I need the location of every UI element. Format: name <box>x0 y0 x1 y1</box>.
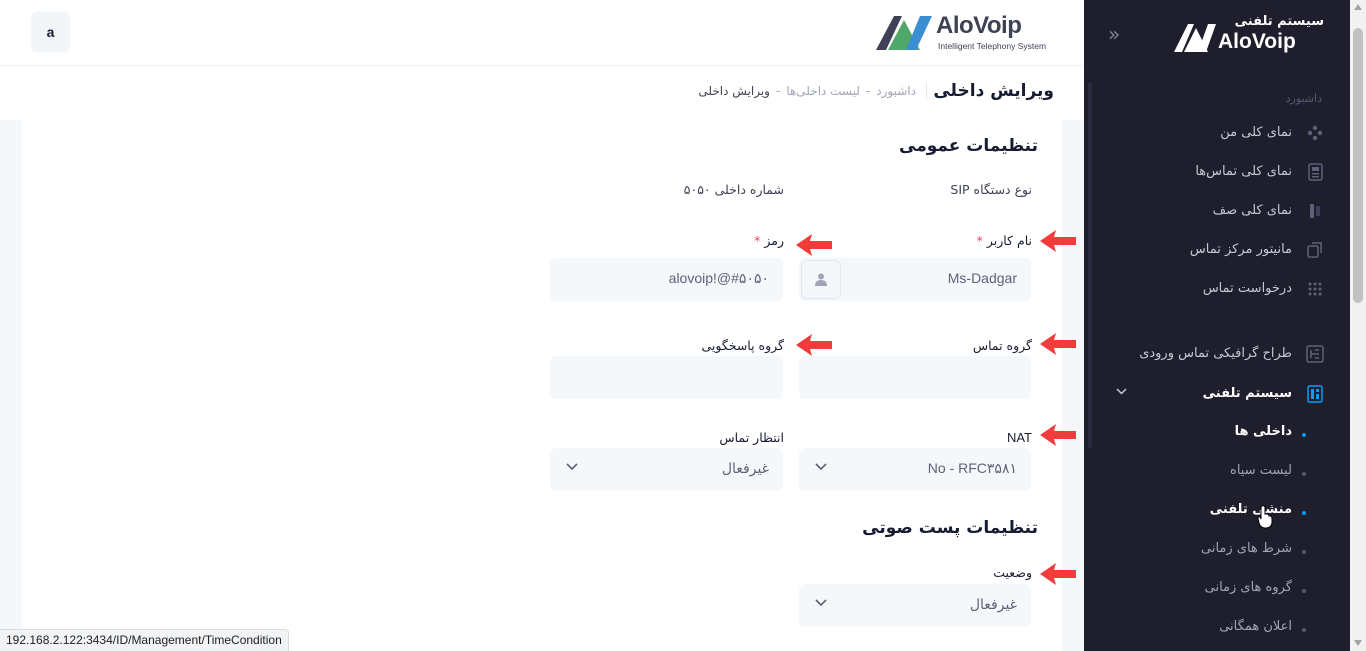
call-waiting-select[interactable]: غیرفعال <box>550 448 783 491</box>
monitor-icon <box>1307 242 1322 258</box>
sidebar-section-dashboard: داشبورد <box>1285 92 1322 105</box>
password-value: alovoip!@#۵۰۵۰ <box>668 270 769 286</box>
header-logo-brand: AloVoip <box>936 12 1022 39</box>
voicemail-status-select[interactable]: غیرفعال <box>799 584 1031 627</box>
sidebar-subitem-label: داخلی ها <box>1234 424 1292 439</box>
scroll-up-icon[interactable] <box>1354 4 1362 10</box>
sidebar-subitem-label: گروه های زمانی <box>1204 580 1292 595</box>
nat-selected-value: No - RFC۳۵۸۱ <box>927 460 1017 476</box>
annotation-arrow-icon <box>1040 333 1076 355</box>
call-group-label: گروه تماس <box>972 338 1032 353</box>
breadcrumb-separator: - <box>865 84 871 98</box>
sidebar-subitem-label: منشی تلفنی <box>1209 502 1292 517</box>
sidebar-logo[interactable]: سیستم تلفنی AloVoip <box>1174 14 1324 54</box>
bullet-icon <box>1302 472 1306 476</box>
sidebar-item-label: نمای کلی من <box>1220 125 1292 140</box>
calls-icon <box>1308 163 1323 181</box>
page-toolbar: ویرایش داخلی داشبورد - لیست داخلی‌ها - و… <box>0 66 1084 120</box>
edit-extension-card: تنظیمات عمومی نوع دستگاه SIP شماره داخلی… <box>22 120 1062 651</box>
sidebar-subitem-label: شرط های زمانی <box>1201 541 1292 556</box>
phone-system-icon <box>1307 385 1323 403</box>
nat-select[interactable]: No - RFC۳۵۸۱ <box>799 448 1031 491</box>
sidebar-item-label: مانیتور مرکز تماس <box>1189 242 1292 257</box>
call-group-input[interactable] <box>799 356 1031 399</box>
user-avatar-button[interactable]: a <box>31 12 70 52</box>
status-label: وضعیت <box>993 565 1032 580</box>
breadcrumb-separator: - <box>775 84 781 98</box>
sidebar-item-label: طراح گرافیکی تماس ورودی <box>1139 346 1292 361</box>
hand-cursor-icon <box>1257 505 1273 529</box>
voicemail-status-value: غیرفعال <box>969 596 1017 612</box>
username-label: نام کاربر * <box>976 233 1032 248</box>
annotation-arrow-icon <box>796 234 832 256</box>
header-logo[interactable]: AloVoip Intelligent Telephony System <box>876 12 1056 54</box>
bullet-icon <box>1302 628 1306 632</box>
breadcrumb-dashboard[interactable]: داشبورد <box>876 84 916 98</box>
sidebar-item-label: نمای کلی صف <box>1212 203 1292 218</box>
sidebar-logo-brand: AloVoip <box>1218 30 1296 53</box>
pickup-group-input[interactable] <box>550 356 783 399</box>
page-title: ویرایش داخلی <box>933 81 1054 101</box>
grid-icon <box>1308 282 1322 296</box>
annotation-arrow-icon <box>796 334 832 356</box>
general-settings-title: تنظیمات عمومی <box>899 136 1038 156</box>
scrollbar-thumb[interactable] <box>1353 28 1363 303</box>
extension-number-info: شماره داخلی ۵۰۵۰ <box>683 182 784 197</box>
dashboard-icon <box>1307 125 1323 141</box>
username-input[interactable]: Ms-Dadgar <box>799 258 1031 301</box>
sidebar-item-label: نمای کلی تماس‌ها <box>1195 164 1292 179</box>
breadcrumb-extensions-list[interactable]: لیست داخلی‌ها <box>786 84 860 98</box>
header-logo-tagline: Intelligent Telephony System <box>938 41 1047 51</box>
designer-icon <box>1306 345 1324 363</box>
breadcrumb: داشبورد - لیست داخلی‌ها - ویرایش داخلی <box>698 84 916 98</box>
annotation-arrow-icon <box>1040 563 1076 585</box>
status-bar-url: 192.168.2.122:3434/ID/Management/TimeCon… <box>0 629 289 651</box>
sidebar-item-label: درخواست تماس <box>1202 281 1292 296</box>
sidebar-scroll-track[interactable] <box>1088 82 1092 448</box>
title-separator <box>926 83 927 99</box>
sidebar-item-label: سیستم تلفنی <box>1202 386 1292 401</box>
page-scrollbar[interactable] <box>1350 0 1366 651</box>
device-type-info: نوع دستگاه SIP <box>950 182 1032 197</box>
sidebar-subitem-label: لیست سیاه <box>1230 463 1292 478</box>
chevron-down-icon <box>815 599 827 607</box>
username-value: Ms-Dadgar <box>947 270 1017 286</box>
top-header: a AloVoip Intelligent Telephony System <box>0 0 1084 66</box>
collapse-sidebar-icon[interactable]: « <box>1108 22 1120 46</box>
sidebar: سیستم تلفنی AloVoip « داشبورد نمای کلی م… <box>1084 0 1350 651</box>
annotation-arrow-icon <box>1040 424 1076 446</box>
call-waiting-label: انتظار تماس <box>719 430 784 445</box>
user-icon <box>801 260 841 299</box>
password-label: رمز * <box>754 233 784 248</box>
annotation-arrow-icon <box>1040 230 1076 252</box>
chevron-down-icon <box>815 463 827 471</box>
voicemail-settings-title: تنظیمات پست صوتی <box>862 518 1038 538</box>
sidebar-logo-title: سیستم تلفنی <box>1234 14 1324 29</box>
chevron-down-icon <box>566 463 578 471</box>
bullet-icon <box>1302 550 1306 554</box>
bullet-icon <box>1302 433 1306 437</box>
call-waiting-selected-value: غیرفعال <box>721 460 769 476</box>
breadcrumb-current: ویرایش داخلی <box>698 84 770 98</box>
nat-label: NAT <box>1006 430 1032 445</box>
queue-icon <box>1310 204 1320 218</box>
scroll-down-icon[interactable] <box>1354 640 1362 646</box>
chevron-down-icon[interactable] <box>1116 388 1127 395</box>
sidebar-subitem-label: اعلان همگانی <box>1219 619 1292 634</box>
pickup-group-label: گروه پاسخگویی <box>701 338 785 353</box>
bullet-icon <box>1302 589 1306 593</box>
bullet-icon <box>1302 511 1306 515</box>
password-input[interactable]: alovoip!@#۵۰۵۰ <box>550 258 783 301</box>
